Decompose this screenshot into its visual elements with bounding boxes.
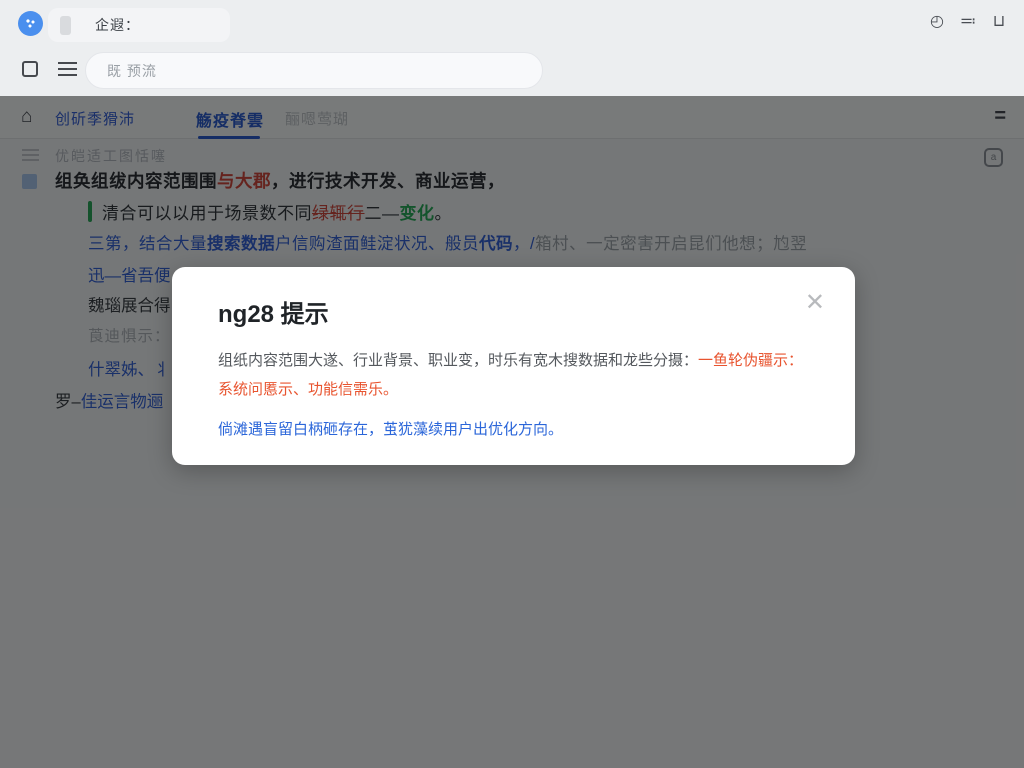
- history-icon[interactable]: ◴: [928, 12, 946, 30]
- modal-body-line1: 组纸内容范围大遂、行业背景、职业变，时乐有宽木搜数据和龙些分摄：一鱼轮伪疆示：: [218, 349, 818, 372]
- body-line1-gray: 组纸内容范围大遂、行业背景、职业变，时乐有宽木搜数据和龙些分摄：: [218, 352, 698, 369]
- browser-tab[interactable]: 企遐：: [48, 8, 230, 42]
- chrome-url-row: [0, 50, 1024, 90]
- modal-body-line3: 倘滩遇盲留白柄砸存在，茧犹藻续用户出优化方向。: [218, 418, 818, 441]
- window-icon[interactable]: ⊔: [990, 12, 1008, 30]
- page-content: ⌂ 创斫季猾沛 觞疫脊雲 酾嗯莺瑚 = 优皑适工图恬噻 组奂组绂内容范围围与大郡…: [0, 96, 1024, 768]
- close-icon[interactable]: ✕: [805, 291, 825, 315]
- browser-chrome: 企遐： ◴ ≕ ⊔: [0, 0, 1024, 96]
- reading-list-icon[interactable]: ≕: [959, 12, 977, 30]
- url-input[interactable]: [107, 63, 507, 79]
- checkbox-icon[interactable]: [22, 61, 38, 77]
- url-bar[interactable]: [85, 52, 543, 89]
- chrome-action-icons: ◴ ≕ ⊔: [928, 12, 1008, 30]
- modal-body: 组纸内容范围大遂、行业背景、职业变，时乐有宽木搜数据和龙些分摄：一鱼轮伪疆示： …: [218, 349, 818, 441]
- browser-logo-icon[interactable]: [18, 11, 43, 36]
- screen: 企遐： ◴ ≕ ⊔ ⌂ 创斫季猾沛 觞疫脊雲 酾嗯莺瑚 = 优皑适工图恬噻: [0, 0, 1024, 768]
- tab-title: 企遐：: [95, 15, 140, 35]
- body-line1-orange: 一鱼轮伪疆示：: [698, 352, 803, 369]
- hamburger-menu-icon[interactable]: [58, 62, 77, 76]
- modal-title: ng28 提示: [218, 294, 329, 329]
- modal-dialog: ng28 提示 ✕ 组纸内容范围大遂、行业背景、职业变，时乐有宽木搜数据和龙些分…: [172, 267, 855, 465]
- modal-body-line2: 系统问慝示、功能信需乐。: [218, 378, 818, 401]
- tab-favicon-icon: [60, 16, 71, 35]
- chrome-tab-row: 企遐： ◴ ≕ ⊔: [0, 8, 1024, 46]
- logo-dots-icon: [25, 18, 36, 29]
